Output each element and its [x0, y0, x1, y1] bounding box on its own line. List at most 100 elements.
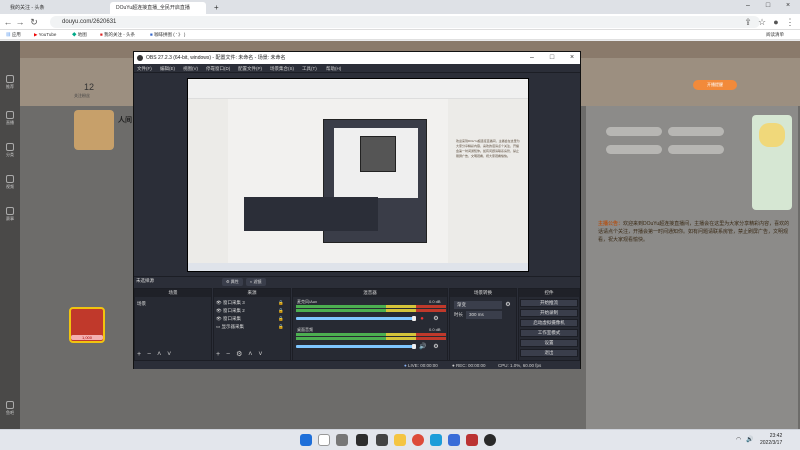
start-virtual-camera-button[interactable]: 启动虚拟摄像机	[520, 319, 578, 327]
menu-help[interactable]: 帮助(H)	[326, 64, 341, 73]
rail-item-match[interactable]: 赛事	[2, 207, 18, 223]
reload-icon[interactable]: ↻	[28, 16, 40, 28]
terminal-icon[interactable]	[376, 434, 388, 446]
obs-taskbar-icon[interactable]	[356, 434, 368, 446]
scene-item[interactable]: 场景	[137, 300, 146, 308]
scenes-toolbar[interactable]: + − ˄ ˅	[137, 351, 173, 359]
bookmark-toutiao[interactable]: ■ 我的关注 - 头条	[100, 30, 135, 40]
rail-label: 鱼吧	[6, 410, 14, 415]
obs-recording-icon[interactable]	[484, 434, 496, 446]
tag-chip[interactable]	[606, 145, 662, 154]
source-item[interactable]: 👁 窗口采集 3 🔒	[216, 299, 284, 307]
minimize-icon[interactable]: –	[738, 0, 758, 12]
mic-volume-knob[interactable]	[412, 316, 416, 321]
menu-docks[interactable]: 停靠窗口(D)	[206, 64, 230, 73]
transition-settings-icon[interactable]: ⚙	[505, 302, 511, 308]
menu-scene-collection[interactable]: 场景集合(S)	[270, 64, 294, 73]
tab-douyu[interactable]: DOuYu超连接直播_全民开启直播	[110, 2, 206, 14]
lock-icon[interactable]: 🔒	[278, 299, 284, 307]
mic-volume-slider[interactable]	[296, 317, 414, 320]
bookmark-apps[interactable]: ▦ 应用	[6, 30, 21, 40]
volume-icon[interactable]: 🔊	[746, 436, 753, 443]
obs-minimize-icon[interactable]: –	[522, 52, 542, 64]
rail-item-video[interactable]: 视频	[2, 175, 18, 191]
back-icon[interactable]: ←	[2, 16, 14, 28]
task-view-icon[interactable]	[336, 434, 348, 446]
obs-preview[interactable]: 欢迎来到DOuYu超连接直播间，主播会在这里为大家分享精彩内容，喜欢的话请点个关…	[187, 78, 529, 272]
tag-chip[interactable]	[606, 127, 662, 136]
taskbar-clock[interactable]: 23:42 2022/3/17	[760, 433, 782, 447]
desktop-volume-slider[interactable]	[296, 345, 414, 348]
profile-icon[interactable]: ●	[770, 16, 782, 28]
eye-icon[interactable]: 👁	[216, 316, 222, 321]
properties-button[interactable]: ⚙ 属性	[222, 278, 243, 286]
lock-icon[interactable]: 🔒	[278, 315, 284, 323]
bookmark-puzzle[interactable]: ■ 咖啡拼图 ( ' 》 )	[150, 30, 185, 40]
close-icon[interactable]: ×	[778, 0, 798, 12]
rail-item-recommend[interactable]: 推荐	[2, 75, 18, 91]
more-icon[interactable]: ⋮	[784, 16, 796, 28]
exit-button[interactable]: 退出	[520, 349, 578, 357]
tag-chip[interactable]	[668, 145, 724, 154]
duration-input[interactable]: 300 ms	[466, 311, 502, 319]
menu-profile[interactable]: 配置文件(P)	[238, 64, 262, 73]
rail-item-live[interactable]: 直播	[2, 111, 18, 127]
file-explorer-icon[interactable]	[394, 434, 406, 446]
start-streaming-button[interactable]: 开始推流	[520, 299, 578, 307]
source-item[interactable]: 👁 窗口采集 2 🔒	[216, 307, 284, 315]
app-icon[interactable]	[448, 434, 460, 446]
eye-icon[interactable]: 👁	[216, 308, 222, 313]
rec-icon: ●	[452, 363, 455, 368]
maximize-icon[interactable]: □	[758, 0, 778, 12]
studio-mode-button[interactable]: 工作室模式	[520, 329, 578, 337]
rail-item-yuba[interactable]: 鱼吧	[2, 401, 18, 417]
rail-item-category[interactable]: 分类	[2, 143, 18, 159]
menu-edit[interactable]: 编辑(E)	[160, 64, 175, 73]
start-recording-button[interactable]: 开始录制	[520, 309, 578, 317]
desktop-volume-knob[interactable]	[412, 344, 416, 349]
lock-icon[interactable]: 🔒	[278, 323, 284, 331]
desktop-settings-icon[interactable]: ⚙	[433, 344, 439, 350]
transition-type-select[interactable]: 渐变	[454, 301, 502, 309]
new-tab-button[interactable]: +	[208, 2, 220, 14]
forward-icon[interactable]: →	[14, 16, 26, 28]
star-icon[interactable]: ☆	[756, 16, 768, 28]
bookmark-maps[interactable]: ◆ 地图	[72, 30, 87, 40]
eye-icon[interactable]: 👁	[216, 300, 222, 305]
clock-date: 2022/3/17	[760, 440, 783, 446]
bookmark-reading-list[interactable]: 阅读清单	[766, 30, 784, 40]
source-item[interactable]: ▭ 显示器采集 🔒	[216, 323, 284, 331]
source-item[interactable]: 👁 窗口采集 🔒	[216, 315, 284, 323]
edge-icon[interactable]	[430, 434, 442, 446]
bookmark-youtube[interactable]: ▶ YouTube	[34, 30, 56, 40]
url-input[interactable]: douyu.com/2620631	[50, 16, 760, 28]
gift-box[interactable]: 1,000	[69, 307, 105, 343]
filters-button[interactable]: ◐ 滤镜	[246, 278, 266, 286]
mic-settings-icon[interactable]: ⚙	[433, 316, 439, 322]
streamer-avatar[interactable]	[74, 110, 114, 150]
lock-icon[interactable]: 🔒	[278, 307, 284, 315]
acrobat-icon[interactable]	[466, 434, 478, 446]
menu-file[interactable]: 文件(F)	[137, 64, 152, 73]
menu-view[interactable]: 视图(V)	[183, 64, 198, 73]
duration-label: 时长	[454, 312, 463, 317]
menu-tools[interactable]: 工具(T)	[302, 64, 317, 73]
tag-chip[interactable]	[668, 127, 724, 136]
tab-toutiao[interactable]: 我的关注 - 头条	[4, 2, 108, 14]
obs-close-icon[interactable]: ×	[562, 52, 582, 64]
event-banner[interactable]	[752, 115, 792, 210]
follow-remind-button[interactable]: 开播提醒	[693, 80, 737, 90]
mixer-header: 混音器	[293, 289, 447, 297]
search-icon[interactable]	[318, 434, 330, 446]
share-icon[interactable]: ⇪	[742, 16, 754, 28]
wifi-icon[interactable]: ◠	[736, 436, 741, 443]
settings-button[interactable]: 设置	[520, 339, 578, 347]
obs-context-bar: 未选择源 ⚙ 属性 ◐ 滤镜	[134, 276, 580, 286]
mic-mute-icon[interactable]: ●	[419, 316, 425, 322]
obs-maximize-icon[interactable]: □	[542, 52, 562, 64]
no-source-selected-label: 未选择源	[136, 278, 154, 283]
chrome-icon[interactable]	[412, 434, 424, 446]
sources-toolbar[interactable]: + − ⚙ ˄ ˅	[216, 351, 264, 359]
speaker-icon[interactable]: 🔊	[419, 344, 426, 350]
start-icon[interactable]	[300, 434, 312, 446]
